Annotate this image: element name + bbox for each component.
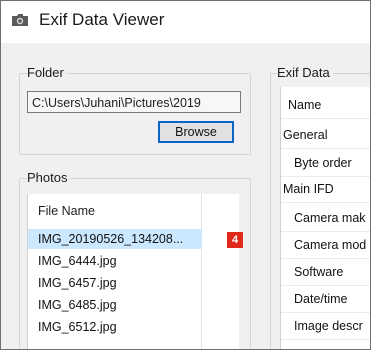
exif-field-row[interactable]: Image descr [281, 312, 370, 340]
photo-file-name: IMG_6512.jpg [38, 320, 117, 334]
exif-row-label: Software [294, 265, 344, 279]
photo-list-item[interactable]: IMG_6512.jpg [28, 317, 239, 337]
exif-field-row[interactable]: Byte order [281, 149, 370, 177]
photo-list-item[interactable]: IMG_6444.jpg [28, 251, 239, 271]
annotation-badge: 4 [227, 232, 243, 248]
exif-header-label: Name [288, 98, 322, 112]
photo-list-item[interactable]: IMG_20190526_134208... [28, 229, 239, 249]
folder-group-label: Folder [27, 65, 67, 80]
exif-field-row[interactable]: Camera mak [281, 204, 370, 232]
exif-row-label: Date/time [294, 292, 348, 306]
exif-name-column-header[interactable]: Name [281, 91, 370, 119]
photo-list-item[interactable]: IMG_6457.jpg [28, 273, 239, 293]
exif-data-grid[interactable]: Name General Byte order Main IFD Camera … [280, 87, 370, 349]
row-separator [281, 118, 370, 119]
exif-category-row[interactable]: Main IFD [281, 175, 370, 203]
exif-row-label: Byte order [294, 156, 352, 170]
photo-list-item[interactable]: IMG_6485.jpg [28, 295, 239, 315]
exif-group-label: Exif Data [277, 65, 333, 80]
exif-field-row[interactable]: Date/time [281, 285, 370, 313]
exif-row-label: General [283, 128, 328, 142]
window-title: Exif Data Viewer [39, 10, 165, 29]
exif-row-label: Main IFD [283, 182, 334, 196]
exif-field-row[interactable]: Camera mod [281, 231, 370, 259]
row-separator [281, 339, 370, 340]
photo-file-name: IMG_6444.jpg [38, 254, 117, 268]
row-separator [281, 202, 370, 203]
photo-file-name: IMG_6457.jpg [38, 276, 117, 290]
exif-row-label: Image descr [294, 319, 363, 333]
folder-icon [12, 14, 28, 26]
photo-file-name: IMG_20190526_134208... [38, 232, 184, 246]
folder-path-field[interactable]: C:\Users\Juhani\Pictures\2019 [27, 91, 241, 113]
browse-button[interactable]: Browse [158, 121, 234, 143]
exif-row-label: Camera mak [294, 211, 366, 225]
photo-file-name: IMG_6485.jpg [38, 298, 117, 312]
app-window: Exif Data Viewer Folder C:\Users\Juhani\… [0, 0, 371, 350]
photos-group-label: Photos [27, 170, 71, 185]
title-bar[interactable]: Exif Data Viewer [1, 1, 370, 43]
file-name-column-header[interactable]: File Name [38, 204, 95, 218]
exif-field-row[interactable]: Software [281, 258, 370, 286]
photo-list[interactable]: File Name IMG_20190526_134208... IMG_644… [27, 194, 239, 349]
exif-row-label: Camera mod [294, 238, 367, 252]
exif-category-row[interactable]: General [281, 121, 370, 149]
